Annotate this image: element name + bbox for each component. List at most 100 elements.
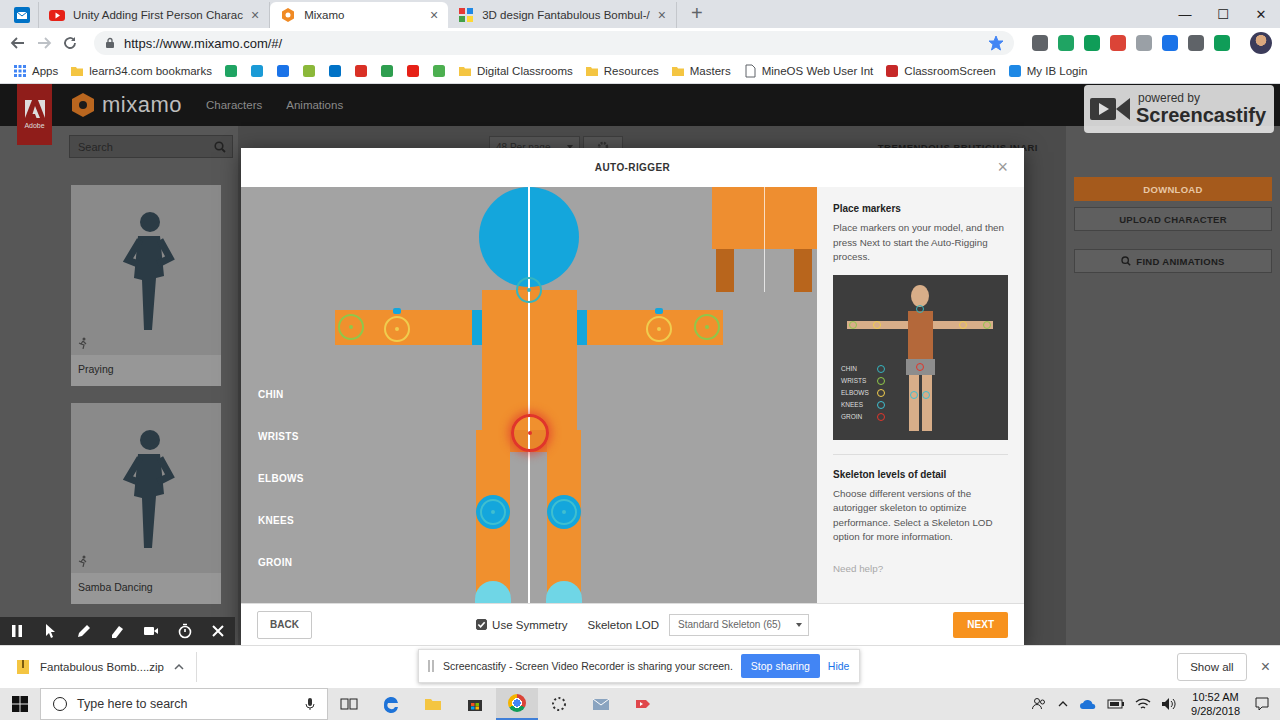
start-button[interactable] [0, 688, 40, 720]
onedrive-cloud-icon[interactable] [1079, 698, 1097, 710]
reload-icon[interactable] [62, 35, 78, 51]
notifications-icon[interactable] [1254, 696, 1270, 712]
adobe-logo[interactable]: Adobe [17, 84, 52, 145]
bookmark-star-icon[interactable] [988, 35, 1004, 51]
bookmark[interactable] [401, 60, 425, 82]
back-arrow-icon[interactable] [10, 35, 26, 51]
bookmark[interactable] [219, 60, 243, 82]
bookmark[interactable]: Masters [666, 60, 736, 82]
browser-tab[interactable]: Unity Adding First Person Charac × [39, 2, 270, 28]
bookmark[interactable]: MineOS Web User Int [738, 60, 879, 82]
extension-icon[interactable] [1162, 35, 1178, 51]
clock[interactable]: 10:52 AM 9/28/2018 [1187, 690, 1244, 718]
download-item[interactable]: Fantabulous Bomb....zip [0, 659, 196, 675]
taskview-taskbar-button[interactable] [328, 688, 370, 720]
show-all-button[interactable]: Show all [1177, 653, 1246, 681]
microphone-icon[interactable] [305, 697, 315, 711]
drag-handle-icon[interactable] [427, 659, 435, 673]
new-tab-button[interactable]: + [677, 2, 717, 27]
nav-link[interactable]: Characters [206, 99, 262, 111]
rig-marker[interactable] [480, 499, 506, 525]
rig-marker[interactable] [516, 277, 542, 303]
close-tool-button[interactable] [201, 617, 235, 645]
mail-taskbar-button[interactable] [580, 688, 622, 720]
browser-tab[interactable]: 3D design Fantabulous Bombul-/ × [448, 2, 677, 28]
bookmark[interactable] [245, 60, 269, 82]
next-button[interactable]: NEXT [953, 612, 1008, 638]
bookmark[interactable] [375, 60, 399, 82]
spinner-taskbar-button[interactable] [538, 688, 580, 720]
volume-icon[interactable] [1161, 697, 1177, 711]
edge-taskbar-button[interactable] [370, 688, 412, 720]
chevron-up-icon[interactable] [1057, 698, 1069, 710]
rig-marker[interactable] [338, 314, 364, 340]
rig-marker[interactable] [384, 316, 410, 342]
extension-icon[interactable] [1058, 35, 1074, 51]
tab-close-button[interactable]: × [430, 7, 438, 23]
action-button[interactable]: FIND ANIMATIONS [1074, 249, 1272, 273]
forward-arrow-icon[interactable] [36, 35, 52, 51]
animation-card[interactable]: Samba Dancing [71, 403, 221, 604]
cursor-tool-button[interactable] [34, 617, 68, 645]
wifi-icon[interactable] [1135, 697, 1151, 711]
close-shelf-button[interactable]: × [1261, 658, 1270, 676]
bookmark[interactable] [271, 60, 295, 82]
rig-marker[interactable] [694, 314, 720, 340]
camera-tool-button[interactable] [134, 617, 168, 645]
animation-card[interactable]: Praying [71, 185, 221, 386]
back-button[interactable]: BACK [257, 611, 312, 639]
bookmark[interactable]: learn34.com bookmarks [65, 60, 217, 82]
explorer-taskbar-button[interactable] [412, 688, 454, 720]
action-button[interactable]: UPLOAD CHARACTER [1074, 207, 1272, 231]
store-taskbar-button[interactable] [454, 688, 496, 720]
pen-tool-button[interactable] [67, 617, 101, 645]
extension-icon[interactable] [1032, 35, 1048, 51]
tab-close-button[interactable]: × [658, 7, 666, 23]
model-viewport[interactable]: CHINWRISTSELBOWSKNEESGROIN [241, 187, 817, 603]
window-control-button[interactable]: ✕ [1242, 7, 1280, 22]
bookmark[interactable] [297, 60, 321, 82]
symmetry-checkbox[interactable]: Use Symmetry [476, 619, 567, 631]
bookmark[interactable]: ClassroomScreen [880, 60, 1000, 82]
chrome-taskbar-button[interactable] [496, 688, 538, 720]
hide-button[interactable]: Hide [828, 660, 850, 672]
highlighter-tool-button[interactable] [101, 617, 135, 645]
rig-marker[interactable] [511, 414, 549, 452]
timer-tool-button[interactable] [168, 617, 202, 645]
chevron-up-icon[interactable] [174, 662, 184, 672]
screencastify-taskbar-button[interactable] [622, 688, 664, 720]
rig-marker[interactable] [646, 316, 672, 342]
close-button[interactable]: × [997, 157, 1008, 178]
bookmark[interactable] [427, 60, 451, 82]
bookmark[interactable]: Digital Classrooms [453, 60, 578, 82]
search-icon[interactable] [214, 141, 226, 153]
bookmark[interactable]: Resources [580, 60, 664, 82]
extension-icon[interactable] [1084, 35, 1100, 51]
help-link[interactable]: Need help? [833, 563, 1008, 574]
rig-marker[interactable] [551, 499, 577, 525]
window-control-button[interactable]: — [1166, 7, 1204, 22]
extension-icon[interactable] [1188, 35, 1204, 51]
action-button[interactable]: DOWNLOAD [1074, 177, 1272, 201]
search-field[interactable]: Search [69, 135, 233, 158]
extension-icon[interactable] [1214, 35, 1230, 51]
profile-avatar-icon[interactable] [1250, 32, 1272, 54]
pause-tool-button[interactable] [0, 617, 34, 645]
mixamo-logo[interactable]: mixamo [70, 92, 182, 118]
stop-sharing-button[interactable]: Stop sharing [741, 654, 820, 678]
nav-link[interactable]: Animations [286, 99, 343, 111]
people-icon[interactable] [1031, 696, 1047, 712]
taskbar-search-field[interactable]: Type here to search [40, 688, 328, 720]
bookmark[interactable] [323, 60, 347, 82]
extension-icon[interactable] [1136, 35, 1152, 51]
lod-dropdown[interactable]: Standard Skeleton (65) [669, 614, 809, 636]
browser-tab[interactable]: Mixamo × [270, 2, 448, 28]
extension-icon[interactable] [1110, 35, 1126, 51]
tab-close-button[interactable]: × [251, 7, 259, 23]
browser-tab[interactable] [6, 2, 39, 28]
bookmark[interactable]: Apps [8, 60, 63, 82]
bookmark[interactable] [349, 60, 373, 82]
window-control-button[interactable]: ☐ [1204, 7, 1242, 22]
battery-icon[interactable] [1107, 698, 1125, 710]
bookmark[interactable]: My IB Login [1003, 60, 1093, 82]
